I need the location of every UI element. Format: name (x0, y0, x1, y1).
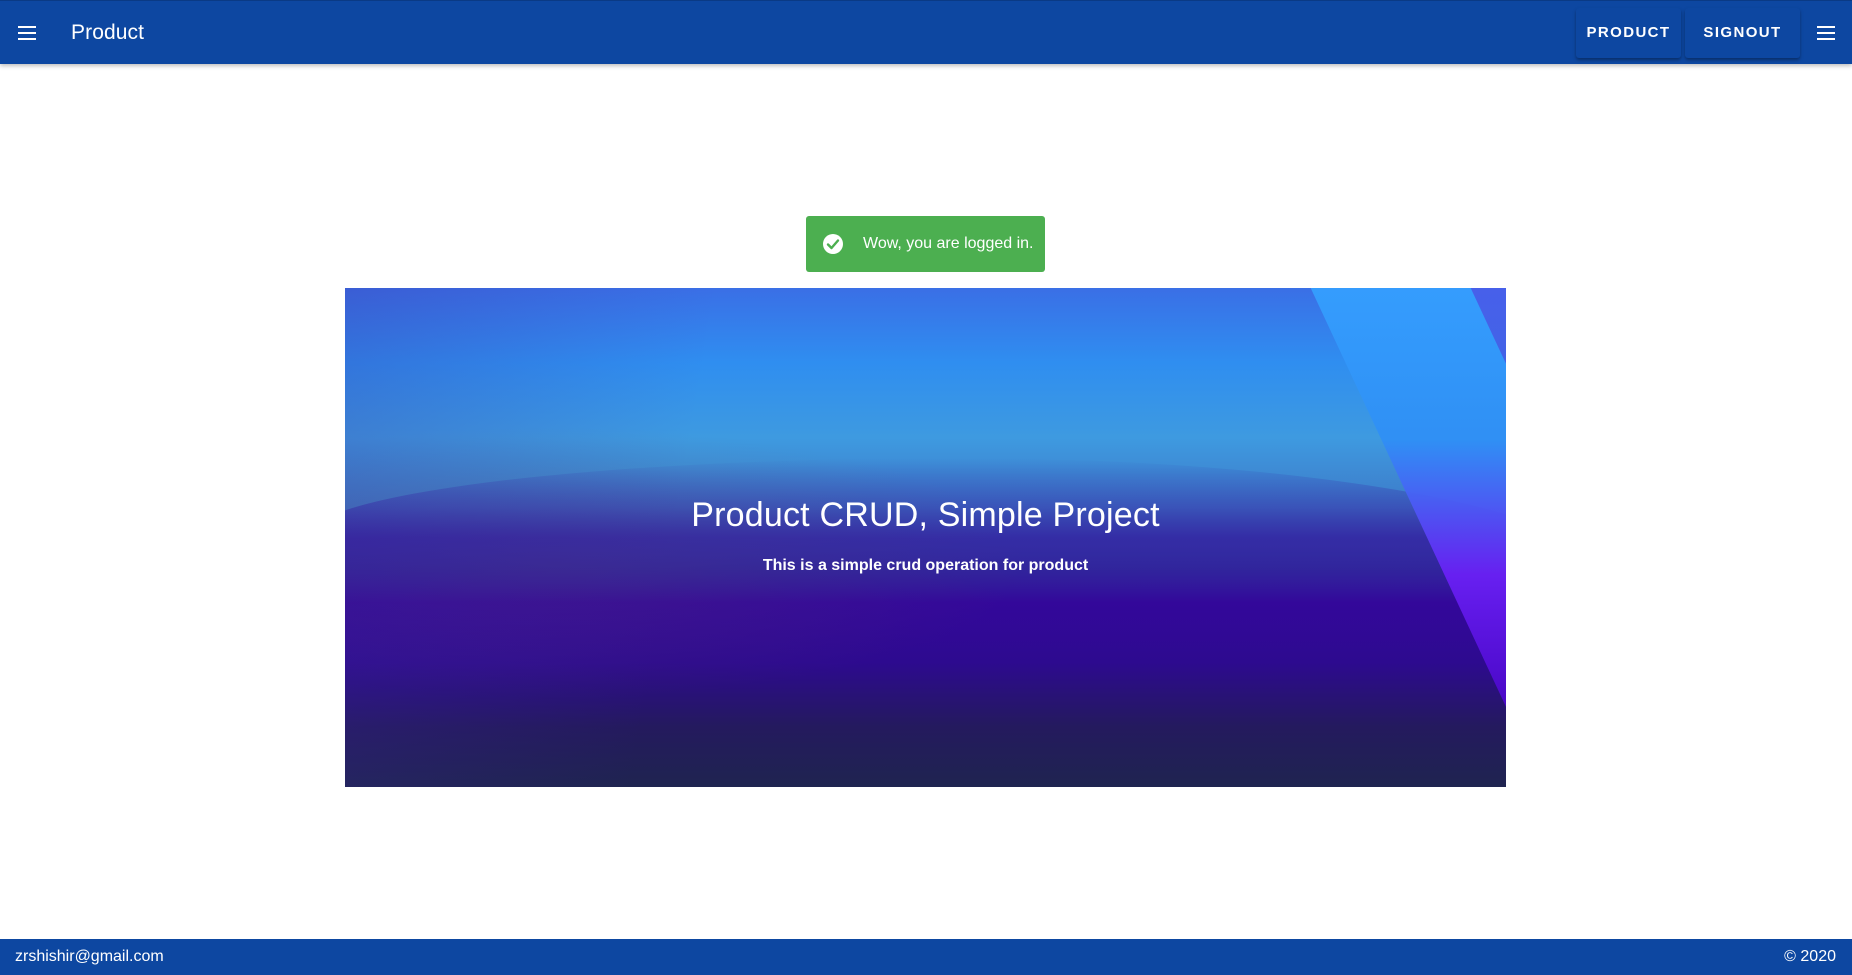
login-success-alert: Wow, you are logged in. (806, 216, 1045, 272)
check-circle-icon (822, 233, 844, 255)
product-button[interactable]: PRODUCT (1576, 7, 1681, 58)
hero-subtitle: This is a simple crud operation for prod… (762, 557, 1089, 574)
app-bar: Product PRODUCT SIGNOUT (0, 0, 1852, 64)
hero-banner: Product CRUD, Simple Project This is a s… (345, 288, 1506, 787)
alert-message: Wow, you are logged in. (863, 235, 1034, 252)
footer-email: zrshishir@gmail.com (15, 948, 164, 965)
footer-copyright: © 2020 (1784, 948, 1836, 965)
app-title: Product (71, 20, 145, 44)
hero-content: Product CRUD, Simple Project This is a s… (345, 496, 1506, 575)
signout-button[interactable]: SIGNOUT (1685, 7, 1800, 58)
footer: zrshishir@gmail.com © 2020 (0, 939, 1852, 975)
menu-icon[interactable] (1, 7, 53, 59)
hero-title: Product CRUD, Simple Project (691, 496, 1160, 534)
menu-icon[interactable] (1804, 7, 1848, 59)
